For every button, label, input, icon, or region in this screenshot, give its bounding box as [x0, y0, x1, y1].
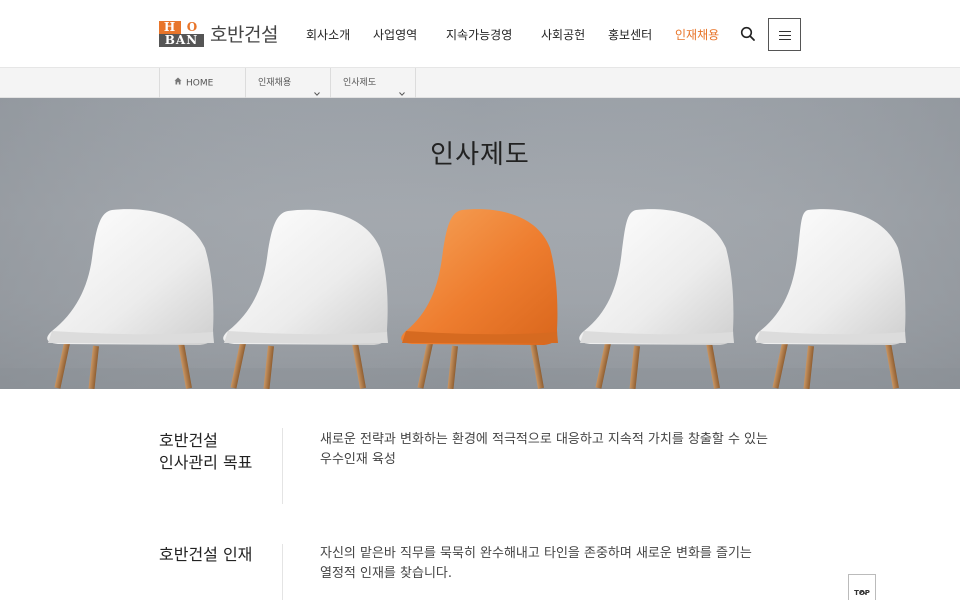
breadcrumb-home-label: HOME — [186, 78, 214, 89]
search-icon[interactable] — [740, 26, 756, 42]
logo-mark-h: H — [159, 20, 181, 34]
section-heading: 호반건설 인사관리 목표 — [159, 430, 252, 474]
home-icon — [174, 68, 182, 98]
section-heading-line: 호반건설 인재 — [159, 545, 253, 564]
logo-mark-ban: BAN — [159, 33, 204, 47]
section-body-line: 자신의 맡은바 직무를 묵묵히 완수해내고 타인을 존중하며 새로운 변화를 즐… — [320, 546, 752, 561]
hero-banner: 인사제도 — [0, 98, 960, 389]
section-heading-line: 인사관리 목표 — [159, 453, 253, 472]
divider — [282, 544, 283, 600]
section-heading: 호반건설 인재 — [159, 544, 252, 566]
chevron-down-icon — [314, 80, 320, 96]
breadcrumb-level1-label: 인재채용 — [258, 78, 292, 88]
nav-item-pr[interactable]: 홍보센터 — [608, 26, 652, 43]
breadcrumb: HOME 인재채용 인사제도 — [0, 68, 960, 98]
breadcrumb-level2-label: 인사제도 — [343, 78, 377, 88]
section-body: 자신의 맡은바 직무를 묵묵히 완수해내고 타인을 존중하며 새로운 변화를 즐… — [320, 544, 800, 584]
section-heading-line: 호반건설 — [159, 431, 218, 450]
logo[interactable]: H O BAN 호반건설 — [159, 20, 278, 47]
nav-item-recruit[interactable]: 인재채용 — [675, 26, 719, 43]
logo-mark: H O BAN — [159, 19, 204, 47]
scroll-top-button[interactable]: TOP — [848, 574, 876, 600]
logo-mark-o: O — [186, 19, 199, 34]
section-body: 새로운 전략과 변화하는 환경에 적극적으로 대응하고 지속적 가치를 창출할 … — [320, 430, 800, 470]
breadcrumb-level1[interactable]: 인재채용 — [245, 68, 330, 98]
scroll-top-label: TOP — [854, 589, 870, 597]
menu-button[interactable] — [768, 18, 801, 51]
logo-text: 호반건설 — [210, 24, 278, 46]
section-body-line: 새로운 전략과 변화하는 환경에 적극적으로 대응하고 지속적 가치를 창출할 … — [320, 432, 768, 447]
nav-item-social[interactable]: 사회공헌 — [541, 26, 585, 43]
page-title: 인사제도 — [430, 140, 530, 170]
section-body-line: 열정적 인재를 찾습니다. — [320, 566, 452, 581]
divider — [282, 428, 283, 504]
nav-item-sustainability[interactable]: 지속가능경영 — [446, 26, 512, 43]
nav-item-business[interactable]: 사업영역 — [373, 26, 417, 43]
site-header: H O BAN 호반건설 회사소개 사업영역 지속가능경영 사회공헌 홍보센터 … — [0, 0, 960, 68]
breadcrumb-level2[interactable]: 인사제도 — [330, 68, 416, 98]
chevron-down-icon — [399, 80, 405, 96]
section-body-line: 우수인재 육성 — [320, 452, 396, 467]
nav-item-company[interactable]: 회사소개 — [306, 26, 350, 43]
breadcrumb-home[interactable]: HOME — [159, 68, 245, 98]
